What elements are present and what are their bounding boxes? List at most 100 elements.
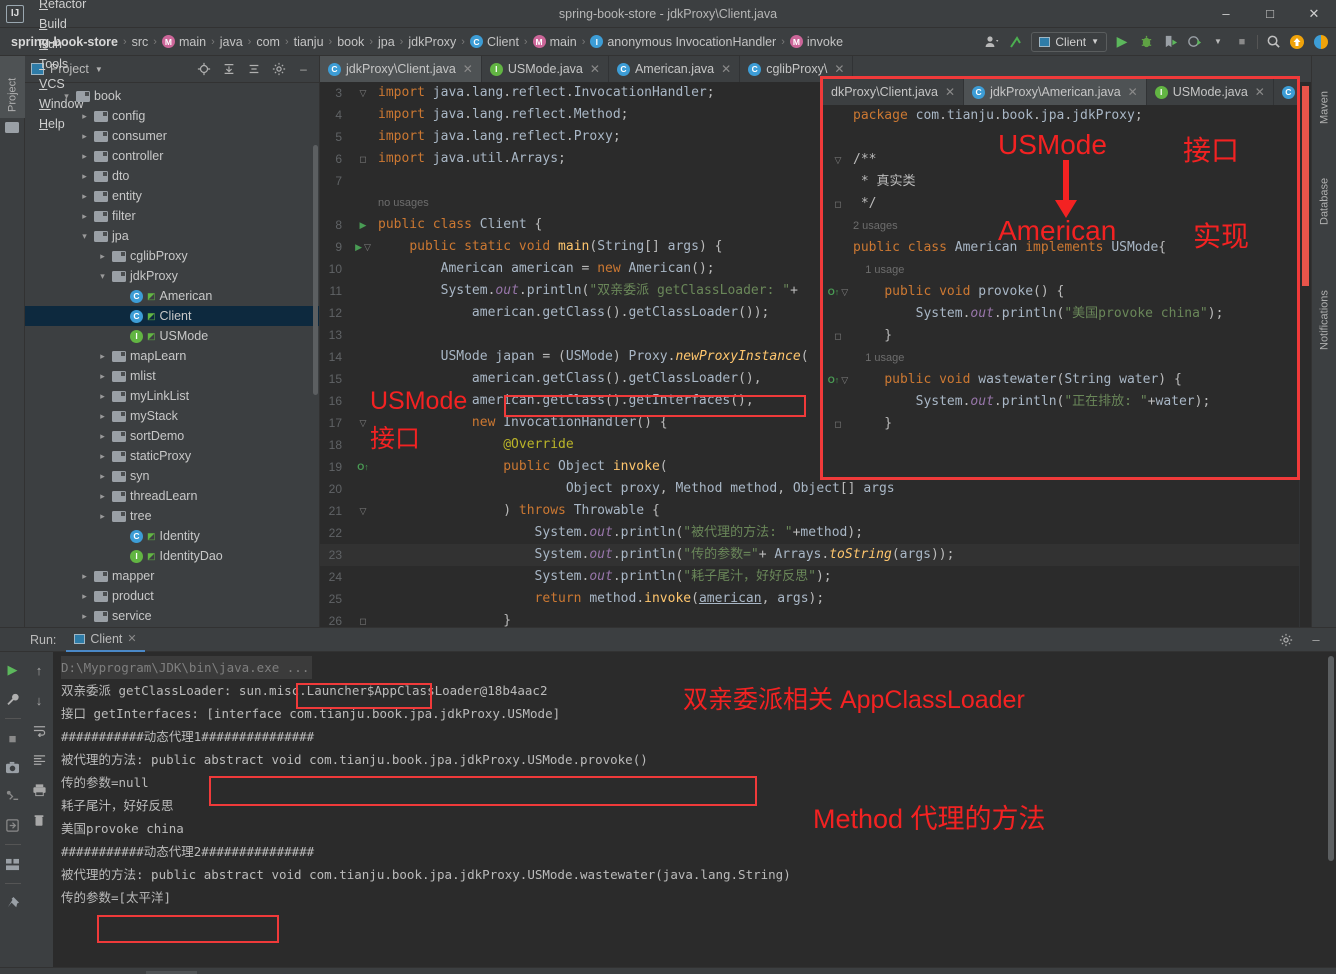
tree-item[interactable]: ▸ myStack bbox=[25, 406, 319, 426]
run-gutter-icon[interactable]: ▶ bbox=[355, 236, 362, 258]
bottom-tool-window-bar[interactable]: Version Control▶RunTODOLuaCheckProblemsT… bbox=[0, 967, 1336, 974]
console-scrollbar[interactable] bbox=[1328, 656, 1334, 861]
wrench-icon[interactable] bbox=[3, 689, 23, 709]
chevron-right-icon[interactable]: ▸ bbox=[79, 131, 90, 142]
breadcrumb-item-main[interactable]: Mmain bbox=[530, 35, 580, 49]
sidebar-tab-notifications[interactable]: Notifications bbox=[1312, 236, 1336, 356]
tree-item[interactable]: I ◩ USMode bbox=[25, 326, 319, 346]
code-line[interactable]: 26 ◻ } bbox=[320, 610, 1311, 627]
code-line[interactable]: ◻ } bbox=[823, 325, 1297, 347]
editor-gutter[interactable]: ▽ bbox=[823, 149, 853, 171]
chevron-right-icon[interactable]: ▸ bbox=[79, 211, 90, 222]
chevron-down-icon[interactable]: ▼ bbox=[1209, 33, 1227, 51]
soft-wrap-icon[interactable] bbox=[29, 720, 49, 740]
scroll-down-icon[interactable]: ↓ bbox=[29, 690, 49, 710]
navbar-toolbar[interactable]: Client ▼ ▶ ▼ ■ bbox=[983, 31, 1336, 52]
chevron-right-icon[interactable]: ▸ bbox=[79, 191, 90, 202]
editor-tab-usmode-java[interactable]: I USMode.java ✕ bbox=[1147, 79, 1274, 105]
debug-button[interactable] bbox=[1137, 33, 1155, 51]
close-icon[interactable]: ✕ bbox=[721, 62, 731, 76]
tree-item[interactable]: ▸ mapLearn bbox=[25, 346, 319, 366]
chevron-right-icon[interactable]: ▸ bbox=[97, 371, 108, 382]
left-tool-strip[interactable]: Project Bookmarks Structure bbox=[0, 56, 25, 930]
pin-icon[interactable] bbox=[3, 893, 23, 913]
tree-item[interactable]: ▾ book bbox=[25, 86, 319, 106]
bottom-tab-terminal[interactable]: Terminal bbox=[448, 971, 526, 974]
hide-panel-icon[interactable]: – bbox=[294, 60, 313, 79]
menu-tools[interactable]: Tools bbox=[32, 54, 95, 74]
run-gutter-icon[interactable]: ▶ bbox=[360, 214, 367, 236]
menu-build[interactable]: Build bbox=[32, 14, 95, 34]
overlay-editor-american[interactable]: dkProxy\Client.java ✕ CjdkProxy\American.j… bbox=[820, 76, 1300, 480]
tree-item[interactable]: ▸ cglibProxy bbox=[25, 246, 319, 266]
breadcrumb-item-book[interactable]: book bbox=[334, 35, 367, 49]
expand-all-icon[interactable] bbox=[219, 60, 238, 79]
bottom-tab-problems[interactable]: Problems bbox=[361, 971, 445, 974]
project-tree-scrollbar[interactable] bbox=[313, 145, 318, 395]
chevron-right-icon[interactable]: ▸ bbox=[97, 391, 108, 402]
code-line[interactable]: 20 Object proxy, Method method, Object[]… bbox=[320, 478, 1311, 500]
console-output[interactable]: D:\Myprogram\JDK\bin\java.exe ... 双亲委派 ge… bbox=[53, 652, 1336, 967]
bottom-tab-endpoints[interactable]: Endpoints bbox=[529, 971, 615, 974]
chevron-right-icon[interactable]: ▸ bbox=[97, 451, 108, 462]
sidebar-tab-database[interactable]: Database bbox=[1312, 136, 1336, 231]
tree-item[interactable]: ▸ threadLearn bbox=[25, 486, 319, 506]
editor-tab-dkproxy-client-java[interactable]: dkProxy\Client.java ✕ bbox=[823, 79, 965, 105]
tree-item[interactable]: ▸ dto bbox=[25, 166, 319, 186]
tree-item[interactable]: ▸ sortDemo bbox=[25, 426, 319, 446]
editor-gutter[interactable]: ▽ bbox=[348, 82, 378, 104]
editor-gutter[interactable]: ◻ bbox=[348, 148, 378, 170]
editor-gutter[interactable]: ▶ ▽ bbox=[348, 236, 378, 258]
breadcrumb-navbar[interactable]: spring-book-store › src › Mmain › java › com › tia… bbox=[0, 28, 1336, 56]
editor-gutter[interactable]: ◻ bbox=[823, 193, 853, 215]
tree-item[interactable]: C ◩ American bbox=[25, 286, 319, 306]
code-line[interactable]: ◻ } bbox=[823, 413, 1297, 435]
chevron-right-icon[interactable]: ▸ bbox=[79, 111, 90, 122]
breadcrumb-item-client[interactable]: C Client bbox=[467, 35, 522, 49]
tree-item[interactable]: ▸ staticProxy bbox=[25, 446, 319, 466]
fold-collapse-icon[interactable]: ▽ bbox=[841, 281, 848, 303]
run-configuration-selector[interactable]: Client ▼ bbox=[1031, 31, 1107, 52]
layout-icon[interactable] bbox=[3, 854, 23, 874]
chevron-right-icon[interactable]: ▸ bbox=[97, 471, 108, 482]
breadcrumb-item-jpa[interactable]: jpa bbox=[375, 35, 398, 49]
breadcrumb-item-src[interactable]: src bbox=[129, 35, 152, 49]
tree-item-selected[interactable]: C ◩ Client bbox=[25, 306, 319, 326]
profile-run-button[interactable] bbox=[1185, 33, 1203, 51]
export-icon[interactable] bbox=[3, 815, 23, 835]
chevron-right-icon[interactable]: ▸ bbox=[97, 251, 108, 262]
overlay-code-editor[interactable]: package com.tianju.book.jpa.jdkProxy; ▽/*… bbox=[823, 105, 1297, 435]
chevron-down-icon[interactable]: ▼ bbox=[1091, 37, 1099, 46]
tree-item[interactable]: ▸ product bbox=[25, 586, 319, 606]
scroll-to-end-icon[interactable] bbox=[29, 750, 49, 770]
tree-item[interactable]: ▸ controller bbox=[25, 146, 319, 166]
fold-collapse-icon[interactable]: ▽ bbox=[841, 369, 848, 391]
editor-gutter[interactable]: O↑ bbox=[348, 456, 378, 478]
tree-item[interactable]: ▸ tree bbox=[25, 506, 319, 526]
editor-gutter[interactable]: O↑ ▽ bbox=[823, 369, 853, 391]
rerun-icon[interactable]: ▶ bbox=[3, 660, 23, 680]
code-line[interactable]: 21 ▽ ) throws Throwable { bbox=[320, 500, 1311, 522]
camera-icon[interactable] bbox=[3, 757, 23, 777]
right-tool-strip[interactable]: Maven Database Notifications bbox=[1311, 56, 1336, 627]
tree-item[interactable]: ▸ filter bbox=[25, 206, 319, 226]
chevron-right-icon[interactable]: ▸ bbox=[97, 511, 108, 522]
bottom-tab-dependencies[interactable]: Dependencies bbox=[837, 971, 947, 974]
print-icon[interactable] bbox=[29, 780, 49, 800]
chevron-right-icon[interactable]: ▸ bbox=[97, 431, 108, 442]
bottom-tab-services[interactable]: Services bbox=[619, 971, 698, 974]
close-icon[interactable]: ✕ bbox=[590, 62, 600, 76]
breadcrumb-item-jdkproxy[interactable]: jdkProxy bbox=[405, 35, 459, 49]
close-icon[interactable]: ✕ bbox=[463, 62, 473, 76]
tree-item[interactable]: ▾ jpa bbox=[25, 226, 319, 246]
run-tab-client[interactable]: Client ✕ bbox=[66, 628, 145, 652]
trash-icon[interactable] bbox=[29, 810, 49, 830]
code-line[interactable]: System.out.println("正在排放: "+water); bbox=[823, 391, 1297, 413]
gear-icon[interactable] bbox=[1276, 630, 1296, 650]
bottom-tab-run[interactable]: ▶Run bbox=[146, 970, 197, 974]
editor-gutter[interactable]: ◻ bbox=[348, 610, 378, 627]
tree-item[interactable]: ▸ syn bbox=[25, 466, 319, 486]
breadcrumb-item-main[interactable]: Mmain bbox=[159, 35, 209, 49]
chevron-down-icon[interactable]: ▾ bbox=[61, 91, 72, 102]
locate-file-icon[interactable] bbox=[194, 60, 213, 79]
